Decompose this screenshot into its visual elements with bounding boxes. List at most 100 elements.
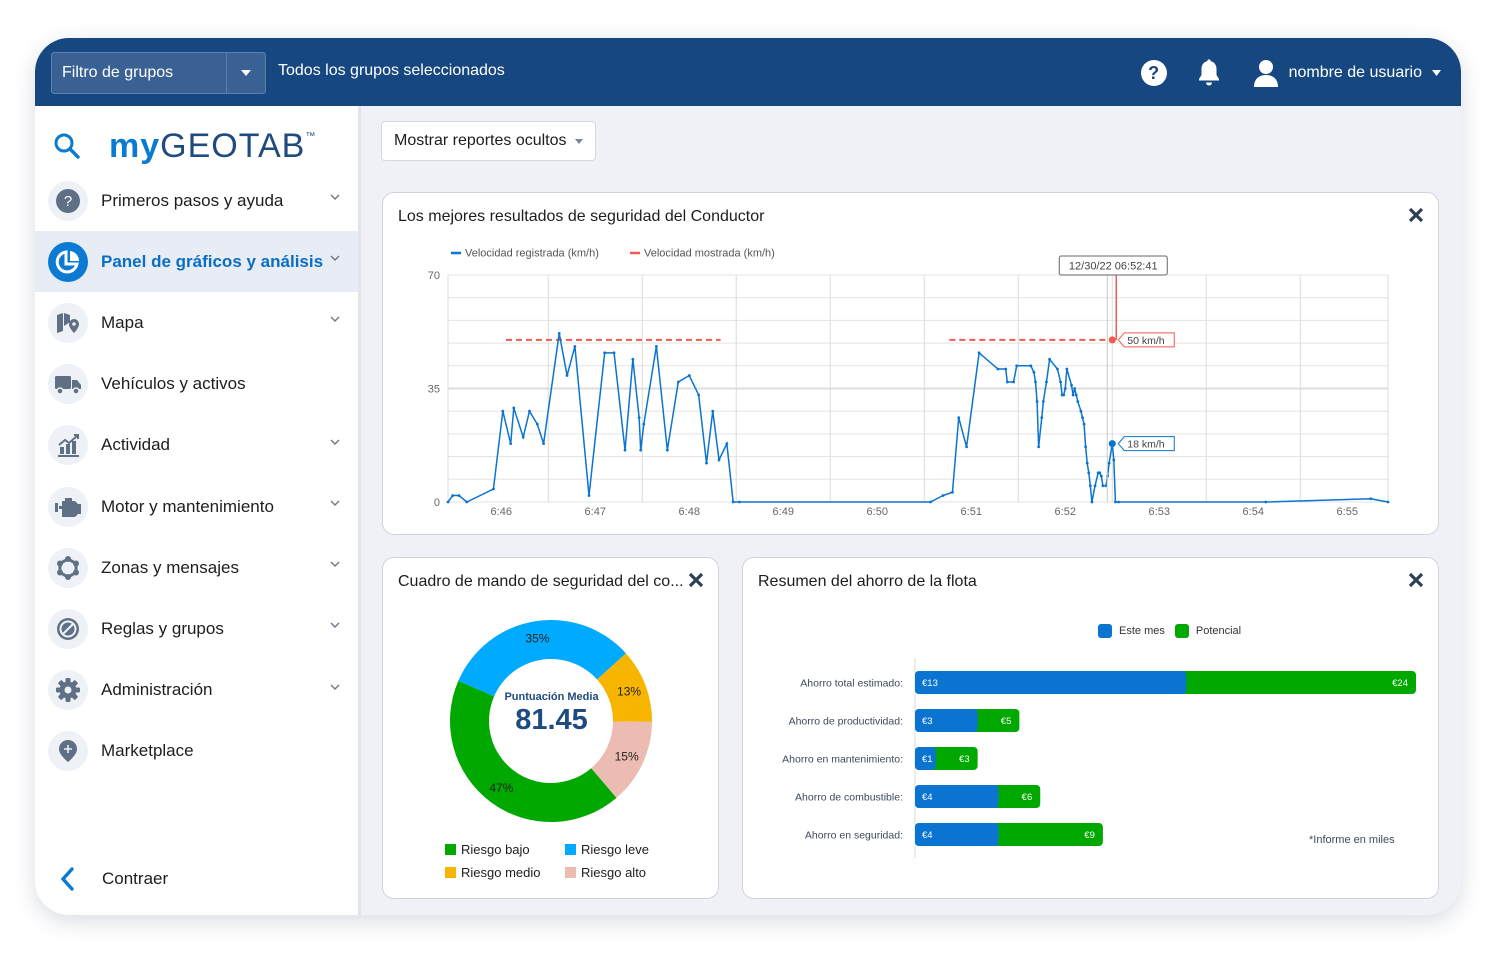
recorded-speed-point[interactable] (1076, 400, 1080, 403)
recorded-speed-point[interactable] (1056, 367, 1059, 371)
bar-this-month[interactable] (915, 671, 1187, 694)
sidebar-item-getting-started[interactable]: ? Primeros pasos y ayuda (35, 170, 358, 231)
recorded-speed-point[interactable] (1264, 500, 1268, 504)
recorded-speed-point[interactable] (1045, 380, 1048, 384)
recorded-speed-point[interactable] (1004, 367, 1008, 371)
recorded-speed-point[interactable] (1085, 461, 1089, 465)
recorded-speed-point[interactable] (631, 357, 635, 361)
recorded-speed-point[interactable] (587, 494, 591, 497)
recorded-speed-point[interactable] (654, 344, 658, 348)
recorded-speed-point[interactable] (528, 409, 531, 413)
recorded-speed-point[interactable] (1005, 380, 1009, 384)
recorded-speed-point[interactable] (1041, 400, 1045, 403)
group-filter-label[interactable]: Filtro de grupos (52, 53, 227, 93)
sidebar-item-activity[interactable]: Actividad (35, 415, 358, 476)
recorded-speed-point[interactable] (557, 331, 561, 335)
user-menu[interactable]: nombre de usuario (1253, 59, 1441, 87)
legend-item-low-risk[interactable]: Riesgo bajo (445, 842, 565, 857)
recorded-speed-point[interactable] (573, 344, 577, 348)
sidebar-item-engine[interactable]: Motor y mantenimiento (35, 476, 358, 537)
sidebar-item-zones[interactable]: Zonas y mensajes (35, 537, 358, 598)
recorded-speed-point[interactable] (1099, 474, 1103, 478)
recorded-speed-point[interactable] (1012, 380, 1015, 384)
sidebar-item-administration[interactable]: Administración (35, 660, 358, 721)
bell-icon[interactable] (1197, 59, 1221, 87)
sidebar-item-map[interactable]: Mapa (35, 292, 358, 353)
help-circle-icon[interactable]: ? (1140, 60, 1167, 86)
chevron-down-icon[interactable] (330, 500, 340, 506)
recorded-speed-point[interactable] (687, 374, 691, 377)
recorded-speed-point[interactable] (639, 448, 643, 452)
recorded-speed-point[interactable] (1098, 471, 1102, 475)
recorded-speed-point[interactable] (717, 458, 721, 462)
recorded-speed-point[interactable] (1084, 445, 1088, 449)
recorded-speed-point[interactable] (1040, 416, 1044, 420)
recorded-speed-point[interactable] (1112, 458, 1116, 462)
recorded-speed-point[interactable] (1079, 409, 1083, 413)
recorded-speed-point[interactable] (725, 442, 729, 446)
recorded-speed-point[interactable] (1070, 383, 1073, 387)
recorded-speed-point[interactable] (465, 500, 469, 504)
recorded-speed-point[interactable] (941, 494, 945, 497)
recorded-speed-point[interactable] (535, 422, 539, 426)
recorded-speed-point[interactable] (731, 500, 735, 504)
chevron-down-icon[interactable] (330, 255, 340, 262)
sidebar-item-vehicles[interactable]: Vehículos y activos (35, 354, 358, 415)
recorded-speed-point[interactable] (1029, 364, 1033, 368)
recorded-speed-point[interactable] (1107, 461, 1111, 465)
recorded-speed-point[interactable] (457, 494, 461, 497)
recorded-speed-point[interactable] (705, 461, 708, 465)
recorded-speed-point[interactable] (637, 416, 641, 420)
recorded-speed-point[interactable] (676, 380, 680, 384)
collapse-sidebar-button[interactable]: Contraer (35, 864, 168, 894)
recorded-speed-point[interactable] (1037, 445, 1041, 449)
recorded-speed-point[interactable] (623, 448, 627, 452)
recorded-speed-point[interactable] (697, 393, 701, 397)
recorded-speed-point[interactable] (1088, 484, 1092, 488)
chevron-down-icon[interactable] (330, 622, 340, 629)
recorded-speed-point[interactable] (1386, 500, 1390, 504)
recorded-speed-point[interactable] (451, 494, 455, 497)
recorded-speed-point[interactable] (1090, 500, 1094, 504)
recorded-speed-point[interactable] (996, 367, 1000, 371)
recorded-speed-point[interactable] (977, 351, 981, 355)
recorded-speed-point[interactable] (1114, 500, 1117, 504)
recorded-speed-point[interactable] (1101, 484, 1105, 488)
recorded-speed-point[interactable] (603, 351, 607, 355)
recorded-speed-point[interactable] (1117, 500, 1120, 504)
chevron-down-icon[interactable] (330, 194, 340, 200)
recorded-speed-point[interactable] (929, 500, 932, 504)
recorded-speed-point[interactable] (665, 448, 669, 452)
recorded-speed-point[interactable] (1035, 400, 1039, 403)
sidebar-item-rules[interactable]: Reglas y grupos (35, 598, 358, 659)
chevron-down-icon[interactable] (330, 561, 340, 568)
recorded-speed-point[interactable] (1081, 416, 1084, 420)
recorded-speed-point[interactable] (642, 422, 646, 426)
recorded-speed-point[interactable] (1071, 393, 1075, 397)
show-hidden-reports-dropdown[interactable]: Mostrar reportes ocultos (381, 121, 596, 161)
recorded-speed-point[interactable] (501, 409, 505, 413)
recorded-speed-point[interactable] (1093, 484, 1097, 488)
recorded-speed-point[interactable] (1015, 364, 1019, 368)
recorded-speed-point[interactable] (1059, 380, 1062, 384)
recorded-speed-point[interactable] (957, 416, 961, 420)
recorded-speed-point[interactable] (446, 500, 450, 504)
recorded-speed-point[interactable] (512, 406, 516, 410)
legend-item-high-risk[interactable]: Riesgo alto (565, 865, 685, 880)
recorded-speed-point[interactable] (951, 490, 954, 494)
recorded-speed-point[interactable] (1369, 497, 1373, 501)
recorded-speed-point[interactable] (521, 435, 525, 439)
recorded-speed-point[interactable] (1062, 393, 1066, 397)
recorded-speed-point[interactable] (1032, 370, 1036, 374)
recorded-speed-point[interactable] (492, 487, 495, 491)
legend-item-slight-risk[interactable]: Riesgo leve (565, 842, 685, 857)
recorded-speed-point[interactable] (1087, 471, 1091, 475)
sidebar-item-dashboard[interactable]: Panel de gráficos y análisis (35, 231, 358, 293)
chevron-down-icon[interactable] (330, 316, 340, 323)
recorded-speed-point[interactable] (509, 442, 513, 446)
mygeotab-logo[interactable]: myGEOTAB™ (109, 127, 316, 166)
chevron-down-icon[interactable] (330, 684, 340, 690)
recorded-speed-point[interactable] (965, 445, 968, 449)
group-filter-dropdown[interactable]: Filtro de grupos (51, 52, 266, 94)
sidebar-item-marketplace[interactable]: Marketplace (35, 721, 358, 782)
